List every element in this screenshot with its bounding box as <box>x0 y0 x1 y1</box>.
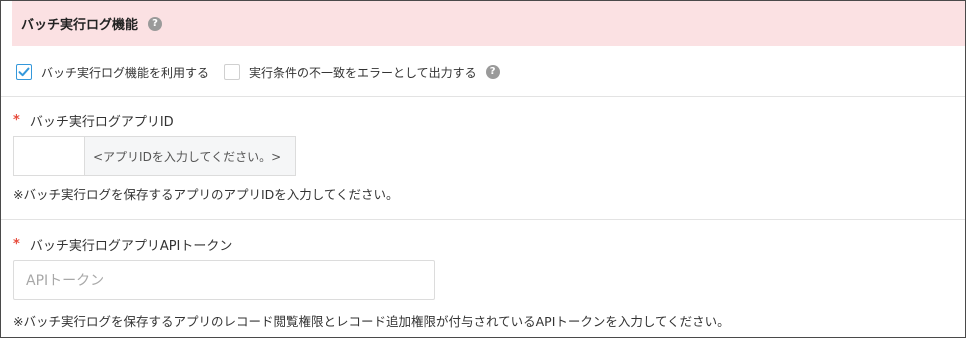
mismatch-option: 実行条件の不一致をエラーとして出力する ? <box>224 64 500 81</box>
api-token-label-text: バッチ実行ログアプリAPIトークン <box>29 239 233 254</box>
help-icon[interactable]: ? <box>148 16 163 31</box>
help-icon[interactable]: ? <box>485 65 500 79</box>
app-id-addon: <アプリIDを入力してください。> <box>85 137 295 175</box>
api-token-input[interactable]: APIトークン <box>13 260 435 300</box>
checkmark-icon <box>18 67 30 77</box>
app-id-note: ※バッチ実行ログを保存するアプリのアプリIDを入力してください。 <box>13 187 399 202</box>
use-batch-log-checkbox[interactable] <box>16 64 32 80</box>
app-id-input[interactable] <box>14 137 85 175</box>
settings-panel: バッチ実行ログ機能 ? バッチ実行ログ機能を利用する 実行条件の不一致をエラーと… <box>0 0 966 338</box>
app-id-label: * バッチ実行ログアプリID <box>13 111 174 130</box>
mismatch-as-error-checkbox[interactable] <box>224 64 241 80</box>
options-row: バッチ実行ログ機能を利用する 実行条件の不一致をエラーとして出力する ? <box>16 62 500 82</box>
api-token-label: * バッチ実行ログアプリAPIトークン <box>13 235 232 254</box>
api-token-note: ※バッチ実行ログを保存するアプリのレコード閲覧権限とレコード追加権限が付与されて… <box>13 314 730 329</box>
section-header: バッチ実行ログ機能 ? <box>12 1 965 46</box>
required-mark: * <box>13 237 20 252</box>
app-id-label-text: バッチ実行ログアプリID <box>29 115 174 130</box>
required-mark: * <box>13 113 20 128</box>
use-batch-log-label[interactable]: バッチ実行ログ機能を利用する <box>41 64 209 81</box>
section-title: バッチ実行ログ機能 <box>21 18 139 33</box>
mismatch-as-error-label[interactable]: 実行条件の不一致をエラーとして出力する <box>249 64 477 81</box>
divider <box>1 219 965 220</box>
divider <box>1 96 965 97</box>
app-id-input-group: <アプリIDを入力してください。> <box>13 136 296 176</box>
